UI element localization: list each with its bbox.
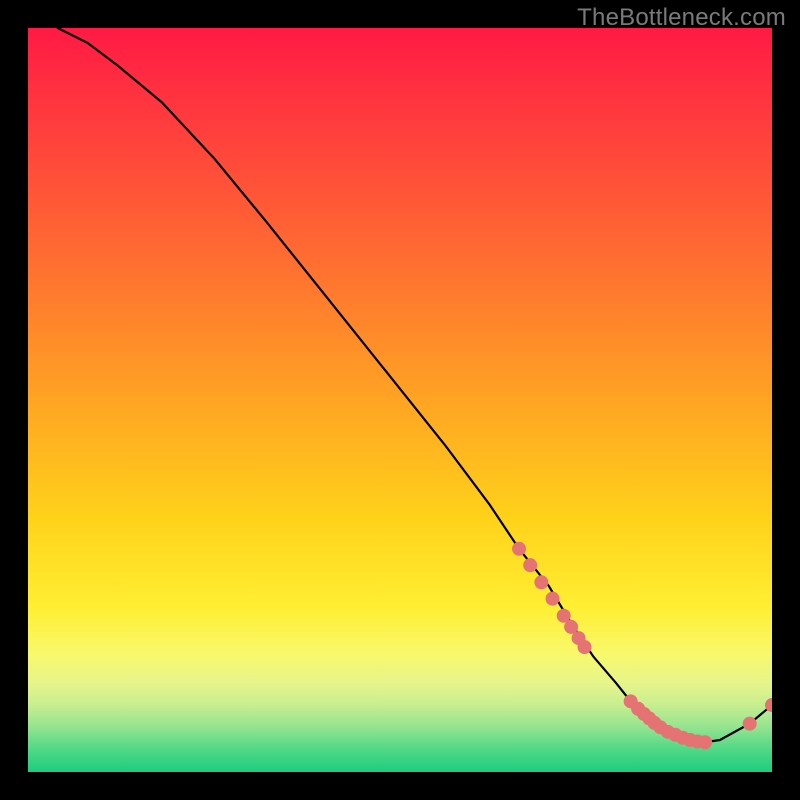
app-root: TheBottleneck.com — [0, 0, 800, 800]
data-marker — [546, 592, 559, 605]
data-markers — [513, 542, 772, 748]
data-marker — [513, 542, 526, 555]
data-marker — [535, 576, 548, 589]
bottleneck-chart — [28, 28, 772, 772]
data-marker — [578, 641, 591, 654]
chart-area — [28, 28, 772, 772]
data-marker — [699, 736, 712, 749]
data-marker — [565, 620, 578, 633]
data-marker — [743, 717, 756, 730]
data-marker — [524, 559, 537, 572]
bottleneck-curve — [58, 28, 772, 742]
watermark-text: TheBottleneck.com — [577, 4, 786, 32]
data-marker — [557, 609, 570, 622]
